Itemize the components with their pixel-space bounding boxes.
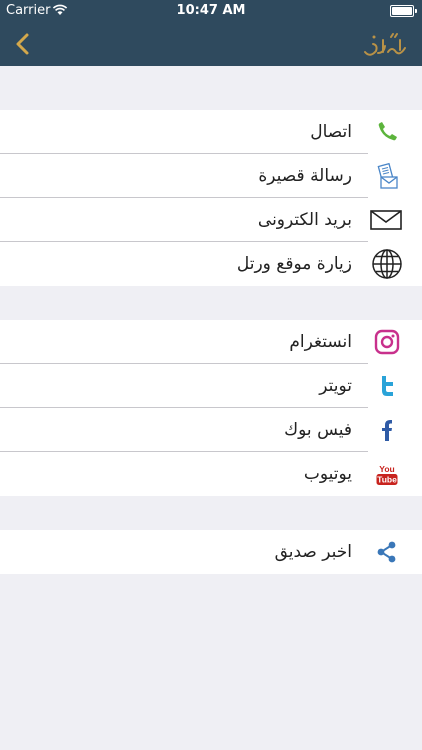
status-bar: Carrier 10:47 AM: [0, 0, 422, 22]
phone-icon: [378, 122, 397, 141]
instagram-label: انستغرام: [289, 332, 352, 352]
social-group: انستغرام تويتر فيس بوك يوتيوب You Tube: [0, 320, 422, 496]
tell-friend-row[interactable]: اخبر صديق: [0, 530, 422, 574]
email-row[interactable]: بريد الكترونى: [0, 198, 422, 242]
email-label: بريد الكترونى: [257, 210, 352, 230]
envelope-icon: [370, 210, 402, 230]
svg-text:You: You: [379, 464, 394, 474]
tell-friend-label: اخبر صديق: [274, 542, 352, 562]
battery-icon: [390, 5, 417, 17]
call-label: اتصال: [310, 122, 352, 142]
facebook-row[interactable]: فيس بوك: [0, 408, 422, 452]
instagram-icon: [374, 329, 400, 355]
globe-icon: [372, 249, 402, 279]
warattil-logo-icon: [364, 33, 406, 56]
instagram-row[interactable]: انستغرام: [0, 320, 422, 364]
contact-group: اتصال رسالة قصيرة بريد الكترونى زيارة مو…: [0, 110, 422, 286]
call-row[interactable]: اتصال: [0, 110, 422, 154]
twitter-row[interactable]: تويتر: [0, 364, 422, 408]
clock: 10:47 AM: [176, 3, 246, 18]
website-label: زيارة موقع ورتل: [236, 254, 352, 274]
facebook-icon: [382, 420, 392, 441]
youtube-label: يوتيوب: [303, 464, 352, 484]
facebook-label: فيس بوك: [284, 420, 352, 440]
share-icon: [377, 541, 396, 563]
sms-icon: [377, 162, 398, 189]
twitter-label: تويتر: [319, 376, 352, 396]
share-group: اخبر صديق: [0, 530, 422, 574]
navigation-bar: [0, 22, 422, 66]
twitter-icon: [382, 376, 393, 396]
back-chevron-icon[interactable]: [10, 30, 38, 58]
sms-row[interactable]: رسالة قصيرة: [0, 154, 422, 198]
youtube-icon: You Tube: [376, 464, 398, 485]
youtube-row[interactable]: يوتيوب You Tube: [0, 452, 422, 496]
sms-label: رسالة قصيرة: [258, 166, 352, 186]
website-row[interactable]: زيارة موقع ورتل: [0, 242, 422, 286]
svg-text:Tube: Tube: [377, 475, 397, 485]
